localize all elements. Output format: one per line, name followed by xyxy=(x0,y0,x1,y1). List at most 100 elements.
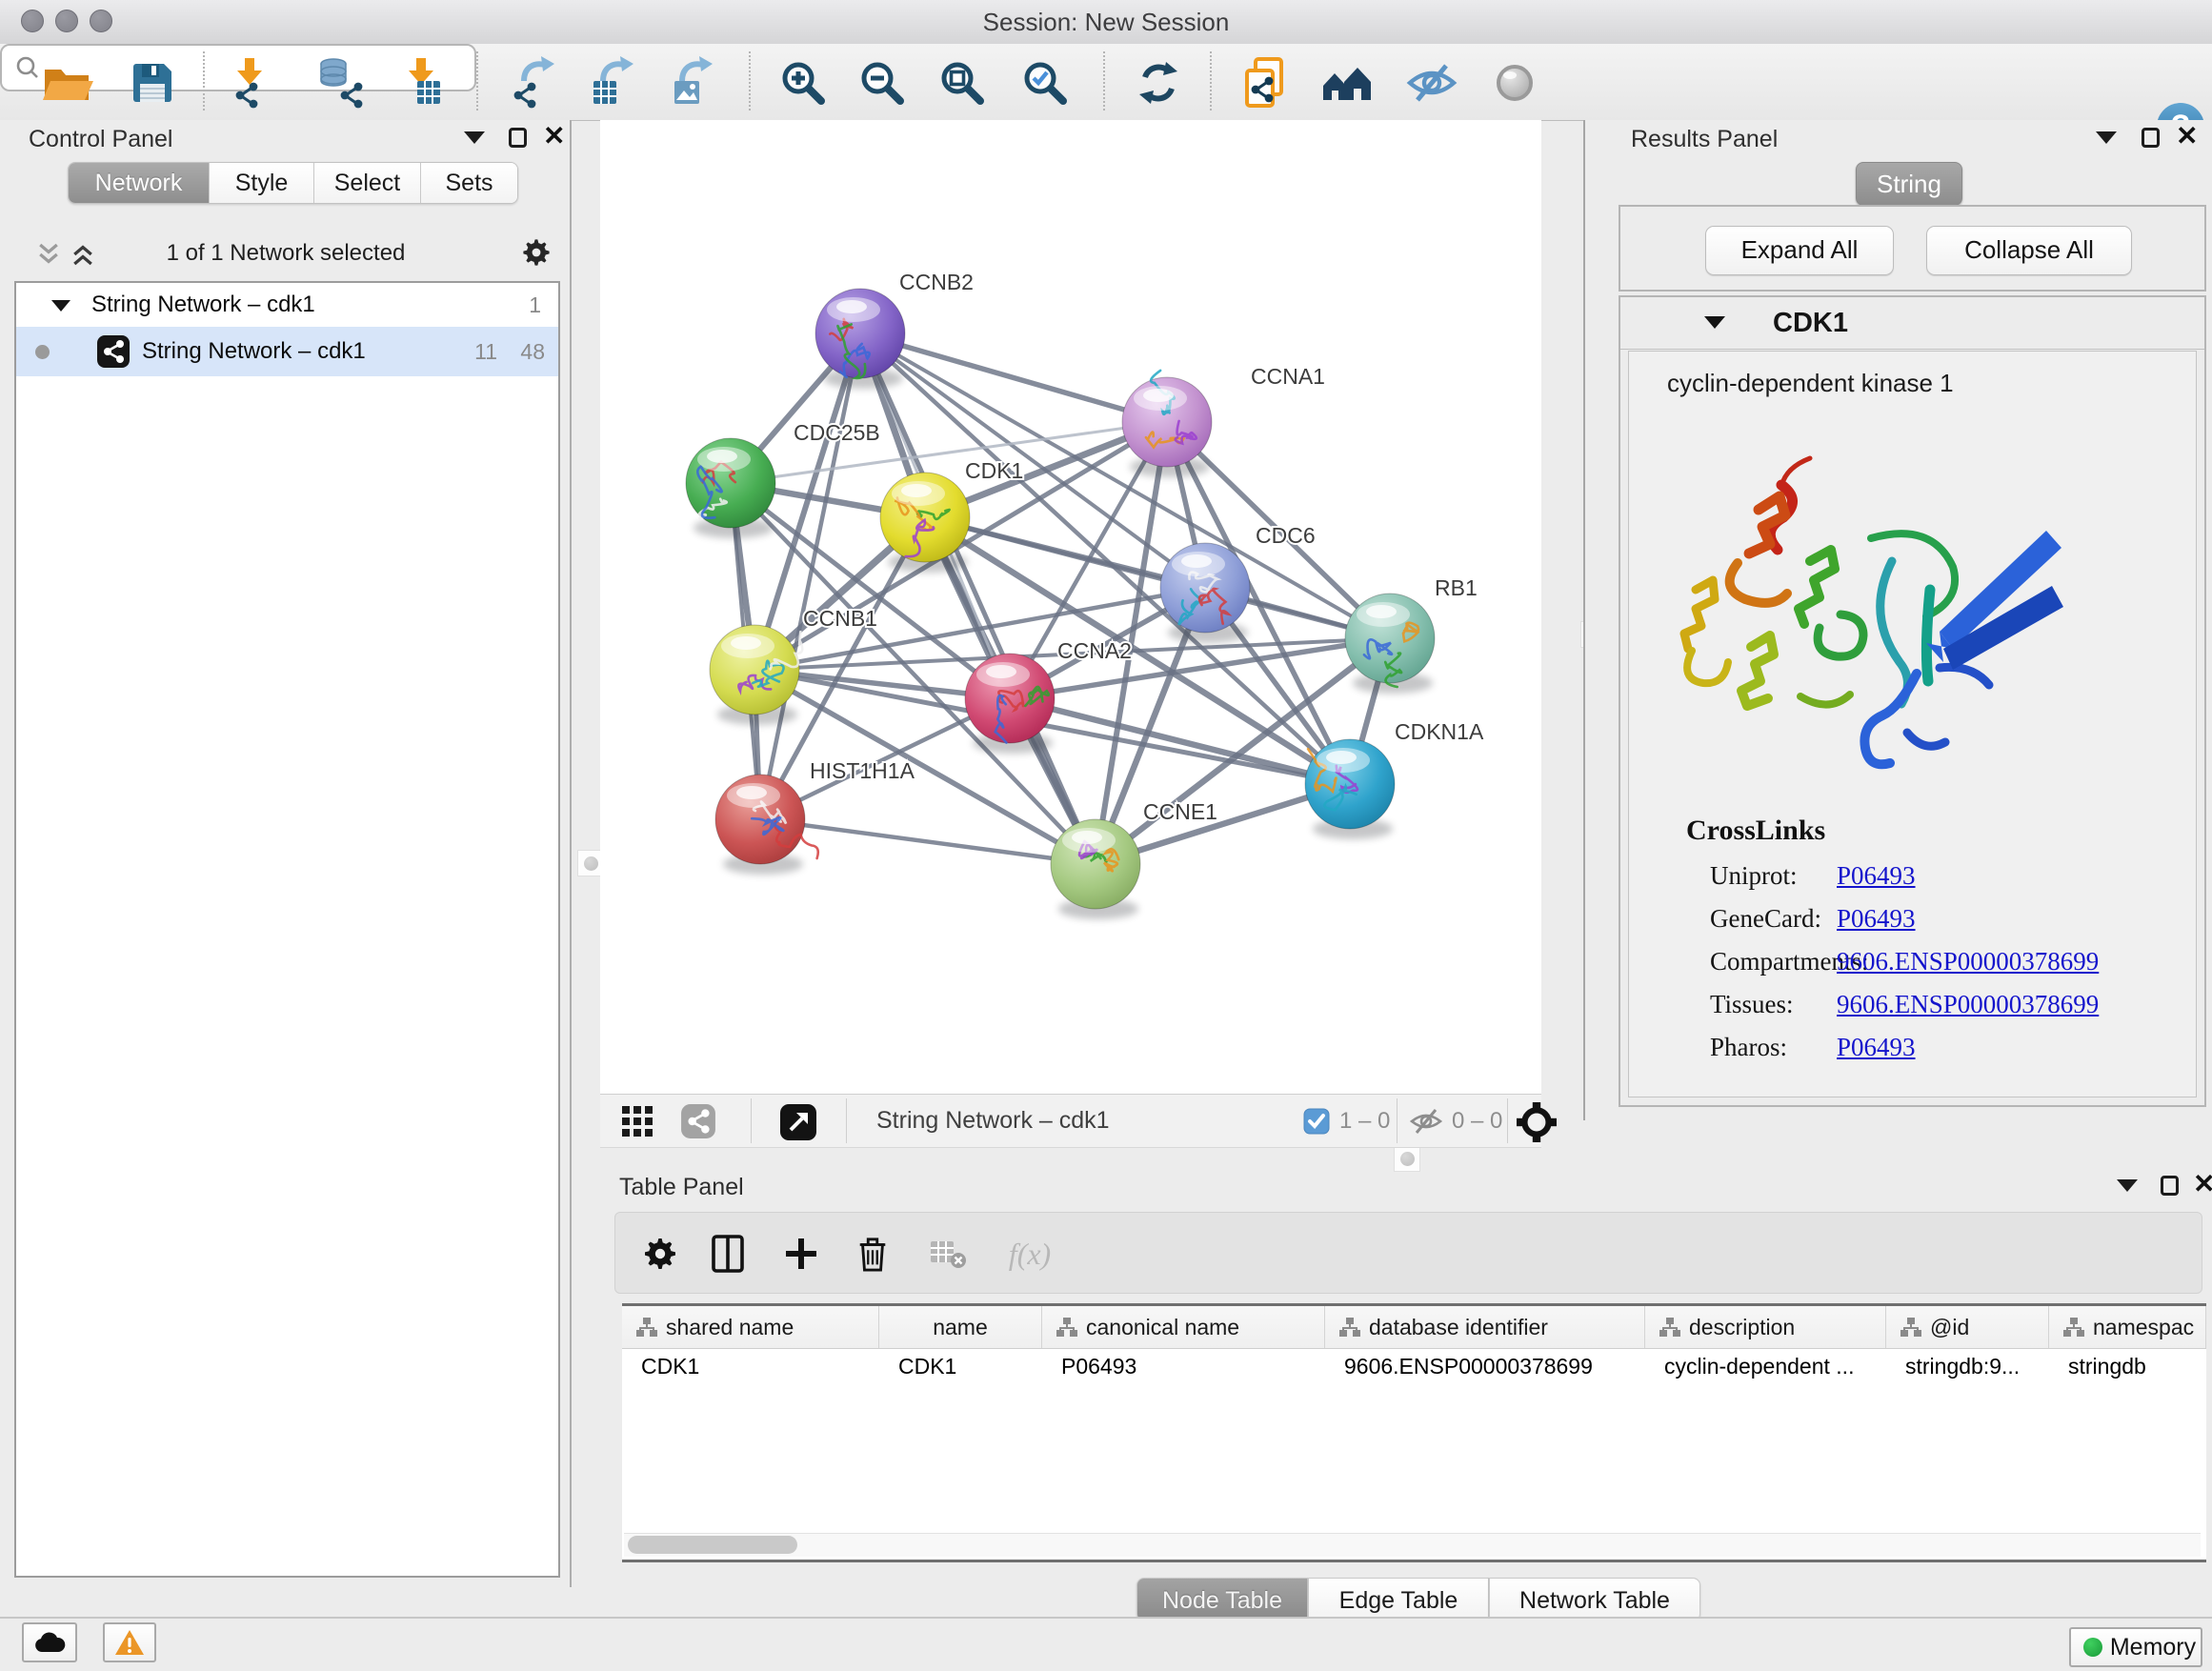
crosslink-link[interactable]: P06493 xyxy=(1837,855,1916,897)
table-panel-float-icon[interactable] xyxy=(2161,1176,2179,1196)
results-panel-menu-icon[interactable] xyxy=(2096,131,2117,144)
import-database-icon[interactable] xyxy=(313,55,369,111)
column-header-label: description xyxy=(1689,1315,1795,1340)
network-node-count: 11 xyxy=(474,327,497,376)
import-network-icon[interactable] xyxy=(222,55,277,111)
control-panel-float-icon[interactable] xyxy=(509,128,527,148)
network-node-CCNB1[interactable] xyxy=(710,625,802,725)
control-panel-menu-icon[interactable] xyxy=(464,131,485,144)
network-node-CDK1[interactable] xyxy=(880,473,970,573)
zoom-out-icon[interactable] xyxy=(855,55,910,111)
cdk1-section: CDK1 cyclin-dependent kinase 1 xyxy=(1619,295,2206,1107)
network-graph[interactable]: CCNB2 CCNA1 CDC25B CDK1 xyxy=(600,120,1541,1094)
crosslink-label: GeneCard: xyxy=(1710,897,1821,940)
collection-expand-icon[interactable] xyxy=(51,300,70,312)
zoom-fit-icon[interactable] xyxy=(935,55,990,111)
column-header-database-identifier[interactable]: database identifier xyxy=(1325,1306,1645,1348)
network-node-CDC25B[interactable] xyxy=(686,438,775,538)
network-from-selection-icon[interactable] xyxy=(1237,55,1293,111)
table-panel-close-icon[interactable]: ✕ xyxy=(2193,1172,2212,1197)
network-view-title: String Network – cdk1 xyxy=(876,1107,1110,1135)
hidden-count-badge: 0 – 0 xyxy=(1452,1108,1502,1135)
column-header-shared-name[interactable]: shared name xyxy=(622,1306,879,1348)
cloud-status-button[interactable] xyxy=(22,1622,77,1662)
export-network-icon[interactable] xyxy=(504,55,559,111)
export-image-icon[interactable] xyxy=(662,55,717,111)
crosslink-row: GeneCard: P06493 xyxy=(1629,897,2196,940)
add-column-icon[interactable] xyxy=(777,1230,825,1278)
network-node-CCNB2[interactable] xyxy=(815,289,905,389)
collapse-all-button[interactable]: Collapse All xyxy=(1926,226,2132,275)
network-selection-status: 1 of 1 Network selected xyxy=(0,240,572,267)
table-horizontal-scrollbar[interactable] xyxy=(624,1533,2201,1557)
column-header-description[interactable]: description xyxy=(1645,1306,1886,1348)
status-bar: Memory xyxy=(0,1617,2212,1671)
cdk1-collapse-icon[interactable] xyxy=(1704,316,1725,329)
tab-string[interactable]: String xyxy=(1856,162,1962,206)
layout-refresh-icon[interactable] xyxy=(1131,55,1186,111)
table-row[interactable]: CDK1CDK1P064939606.ENSP00000378699cyclin… xyxy=(622,1349,2206,1383)
network-node-CCNA1[interactable] xyxy=(1122,371,1212,477)
expand-all-button[interactable]: Expand All xyxy=(1705,226,1894,275)
network-options-gear-icon[interactable] xyxy=(520,236,553,273)
save-session-icon[interactable] xyxy=(125,55,180,111)
column-header-name[interactable]: name xyxy=(879,1306,1042,1348)
tab-edge-table[interactable]: Edge Table xyxy=(1308,1578,1489,1621)
network-node-HIST1H1A[interactable] xyxy=(715,775,818,875)
tab-node-table[interactable]: Node Table xyxy=(1136,1578,1308,1621)
column-header-canonical-name[interactable]: canonical name xyxy=(1042,1306,1325,1348)
crosslink-link[interactable]: P06493 xyxy=(1837,1026,1916,1069)
crosslink-link[interactable]: P06493 xyxy=(1837,897,1916,940)
table-panel: Table Panel ✕ f(x) xyxy=(600,1170,2212,1618)
open-in-window-icon[interactable] xyxy=(779,1103,817,1146)
tab-sets[interactable]: Sets xyxy=(421,163,517,203)
network-node-CDKN1A[interactable] xyxy=(1305,739,1395,839)
network-node-CCNA2[interactable] xyxy=(965,654,1055,754)
import-table-icon[interactable] xyxy=(393,55,449,111)
network-canvas[interactable]: CCNB2 CCNA1 CDC25B CDK1 xyxy=(600,120,1541,1094)
scrollbar-thumb[interactable] xyxy=(628,1536,797,1554)
column-header-label: @id xyxy=(1930,1315,1969,1340)
column-header--id[interactable]: @id xyxy=(1886,1306,2049,1348)
hide-graphics-details-icon[interactable] xyxy=(1404,55,1459,111)
node-label-CDC25B: CDC25B xyxy=(794,420,880,445)
results-panel-title: Results Panel xyxy=(1631,126,1778,153)
network-row-selected[interactable]: String Network – cdk1 11 48 xyxy=(16,327,558,376)
tab-network[interactable]: Network xyxy=(69,163,210,203)
network-collection-row[interactable]: String Network – cdk1 1 xyxy=(16,283,558,327)
results-panel-float-icon[interactable] xyxy=(2142,128,2160,148)
delete-column-icon[interactable] xyxy=(849,1230,896,1278)
node-label-CCNE1: CCNE1 xyxy=(1143,799,1217,824)
memory-button[interactable]: Memory xyxy=(2069,1627,2202,1667)
export-table-icon[interactable] xyxy=(583,55,638,111)
birdseye-crosshair-icon[interactable] xyxy=(1517,1102,1557,1147)
network-share-icon[interactable] xyxy=(680,1103,716,1144)
open-session-icon[interactable] xyxy=(39,55,94,111)
cdk1-section-header[interactable]: CDK1 xyxy=(1620,297,2204,350)
warning-status-button[interactable] xyxy=(103,1622,156,1662)
zoom-in-icon[interactable] xyxy=(775,55,831,111)
crosslink-link[interactable]: 9606.ENSP00000378699 xyxy=(1837,940,2099,983)
birdseye-view-icon[interactable] xyxy=(1487,55,1542,111)
column-header-namespac[interactable]: namespac xyxy=(2049,1306,2206,1348)
table-options-gear-icon[interactable] xyxy=(636,1230,684,1278)
tab-network-table[interactable]: Network Table xyxy=(1489,1578,1700,1621)
tab-style[interactable]: Style xyxy=(210,163,314,203)
horizontal-splitter-handle[interactable] xyxy=(1394,1145,1420,1172)
tab-select[interactable]: Select xyxy=(314,163,421,203)
home-icon[interactable] xyxy=(1319,55,1375,111)
selected-checkbox-icon[interactable] xyxy=(1303,1108,1330,1139)
network-tree: String Network – cdk1 1 String Network –… xyxy=(14,281,560,1578)
node-label-CDKN1A: CDKN1A xyxy=(1395,719,1484,744)
table-panel-menu-icon[interactable] xyxy=(2117,1179,2138,1192)
network-node-CCNE1[interactable] xyxy=(1051,819,1140,919)
network-node-CDC6[interactable] xyxy=(1160,543,1250,643)
grid-view-icon[interactable] xyxy=(621,1105,654,1142)
control-panel-close-icon[interactable]: ✕ xyxy=(543,124,565,149)
network-node-RB1[interactable] xyxy=(1345,594,1435,694)
function-builder-icon: f(x) xyxy=(996,1230,1063,1278)
show-columns-icon[interactable] xyxy=(704,1230,752,1278)
zoom-selected-icon[interactable] xyxy=(1017,55,1073,111)
crosslink-link[interactable]: 9606.ENSP00000378699 xyxy=(1837,983,2099,1026)
results-panel-close-icon[interactable]: ✕ xyxy=(2176,124,2198,149)
